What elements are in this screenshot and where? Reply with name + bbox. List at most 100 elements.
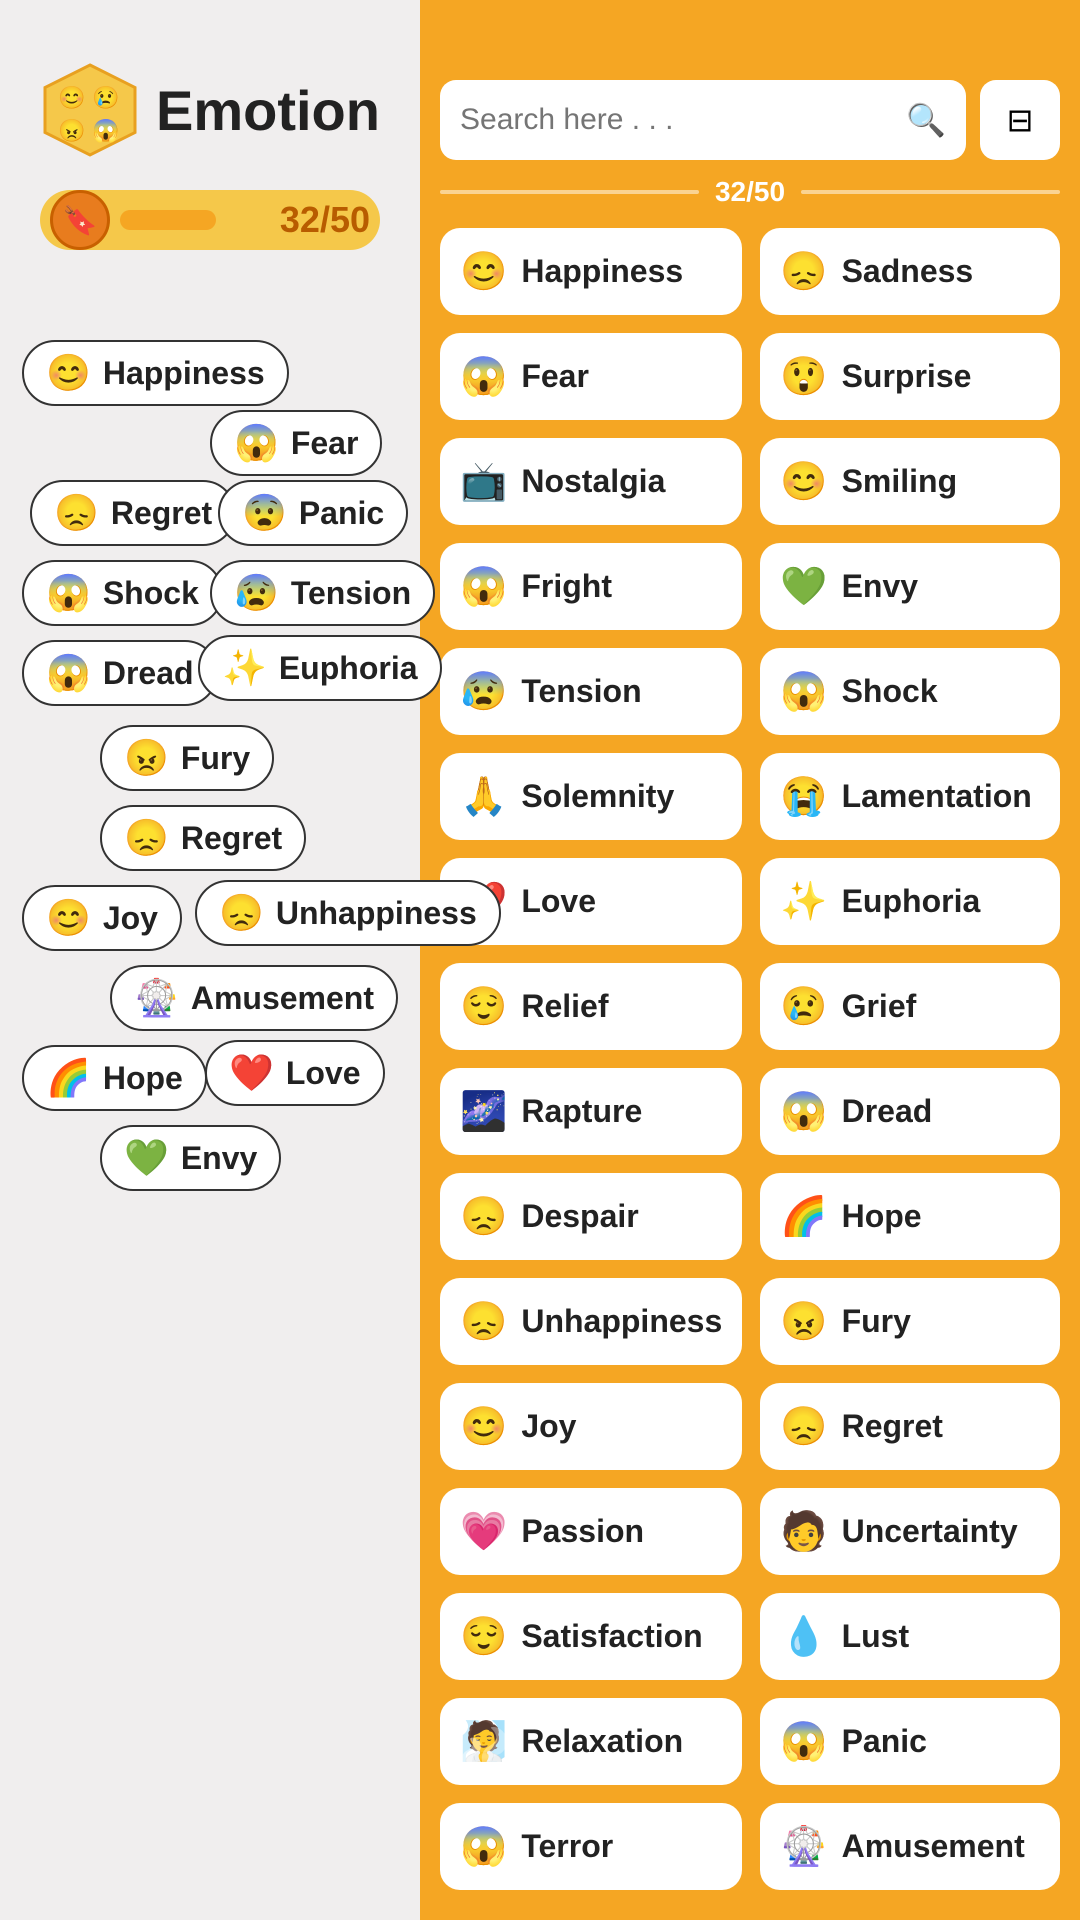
floating-chip-fear[interactable]: 😱Fear: [210, 410, 382, 476]
grid-chip-joy[interactable]: 😊Joy: [440, 1383, 742, 1470]
grid-chip-label: Envy: [842, 568, 918, 605]
progress-text: 32/50: [280, 199, 370, 241]
grid-chip-relief[interactable]: 😌Relief: [440, 963, 742, 1050]
grid-chip-emoji: 🙏: [460, 775, 507, 819]
grid-chip-emoji: 🌌: [460, 1090, 507, 1134]
chip-label: Amusement: [191, 980, 374, 1017]
grid-chip-emoji: 🎡: [780, 1825, 827, 1869]
grid-chip-label: Shock: [842, 673, 938, 710]
grid-chip-solemnity[interactable]: 🙏 Solemnity: [440, 753, 742, 840]
grid-chip-label: Solemnity: [521, 778, 674, 815]
grid-chip-label: Unhappiness: [521, 1303, 722, 1340]
grid-chip-smiling[interactable]: 😊Smiling: [760, 438, 1060, 525]
filter-button[interactable]: ⊟: [980, 80, 1060, 160]
progress-fill: [120, 210, 270, 230]
grid-chip-emoji: 😱: [780, 1720, 827, 1764]
floating-chip-fury[interactable]: 😠Fury: [100, 725, 274, 791]
floating-chip-envy[interactable]: 💚Envy: [100, 1125, 281, 1191]
floating-chip-tension[interactable]: 😰Tension: [210, 560, 435, 626]
grid-chip-label: Amusement: [842, 1828, 1025, 1865]
progress-bar: 🔖 32/50: [40, 190, 380, 250]
grid-chip-uncertainty[interactable]: 🧑Uncertainty: [760, 1488, 1060, 1575]
grid-chip-nostalgia[interactable]: 📺Nostalgia: [440, 438, 742, 525]
chip-emoji: 😠: [124, 737, 169, 779]
grid-chip-emoji: 😱: [780, 1090, 827, 1134]
floating-chip-happiness[interactable]: 😊Happiness: [22, 340, 289, 406]
grid-chip-panic[interactable]: 😱Panic: [760, 1698, 1060, 1785]
grid-chip-emoji: 😱: [460, 355, 507, 399]
grid-chip-shock[interactable]: 😱Shock: [760, 648, 1060, 735]
search-input-wrap[interactable]: 🔍: [440, 80, 966, 160]
floating-chip-joy[interactable]: 😊Joy: [22, 885, 182, 951]
grid-chip-tension[interactable]: 😰 Tension: [440, 648, 742, 735]
grid-chip-lamentation[interactable]: 😭Lamentation: [760, 753, 1060, 840]
floating-chip-euphoria[interactable]: ✨Euphoria: [198, 635, 442, 701]
grid-chip-label: Tension: [521, 673, 641, 710]
grid-chip-emoji: 😰: [460, 670, 507, 714]
chip-emoji: 😨: [242, 492, 287, 534]
search-input[interactable]: [460, 103, 906, 137]
floating-chip-love[interactable]: ❤️Love: [205, 1040, 385, 1106]
grid-chip-label: Love: [521, 883, 596, 920]
floating-chip-amusement[interactable]: 🎡Amusement: [110, 965, 398, 1031]
grid-chip-despair[interactable]: 😞Despair: [440, 1173, 742, 1260]
svg-text:😠: 😠: [58, 118, 85, 143]
grid-chip-grief[interactable]: 😢Grief: [760, 963, 1060, 1050]
chip-label: Joy: [103, 900, 158, 937]
chip-label: Regret: [111, 495, 212, 532]
grid-chip-fury[interactable]: 😠Fury: [760, 1278, 1060, 1365]
grid-chip-fright[interactable]: 😱Fright: [440, 543, 742, 630]
grid-chip-happiness[interactable]: 😊Happiness: [440, 228, 742, 315]
grid-chip-envy[interactable]: 💚Envy: [760, 543, 1060, 630]
chip-label: Euphoria: [279, 650, 418, 687]
grid-chip-rapture[interactable]: 🌌Rapture: [440, 1068, 742, 1155]
floating-chip-dread[interactable]: 😱Dread: [22, 640, 218, 706]
app-header: 😊 😢 😠 😱 Emotion: [0, 0, 420, 180]
chip-emoji: 🌈: [46, 1057, 91, 1099]
left-panel: 😊 😢 😠 😱 Emotion 🔖 32/50 😊Happiness😱Fear😞…: [0, 0, 420, 1920]
grid-chip-terror[interactable]: 😱Terror: [440, 1803, 742, 1890]
grid-chip-surprise[interactable]: 😲Surprise: [760, 333, 1060, 420]
floating-chip-shock[interactable]: 😱Shock: [22, 560, 223, 626]
grid-chip-label: Fright: [521, 568, 612, 605]
grid-chip-fear[interactable]: 😱Fear: [440, 333, 742, 420]
progress-line-left: [440, 190, 699, 194]
grid-chip-emoji: 😞: [460, 1300, 507, 1344]
grid-chip-emoji: 😊: [460, 1405, 507, 1449]
chip-label: Hope: [103, 1060, 183, 1097]
grid-chip-passion[interactable]: 💗Passion: [440, 1488, 742, 1575]
svg-text:😊: 😊: [58, 85, 85, 110]
progress-icon: 🔖: [50, 190, 110, 250]
grid-chip-emoji: 😊: [460, 250, 507, 294]
progress-line-right: [801, 190, 1060, 194]
grid-chip-sadness[interactable]: 😞Sadness: [760, 228, 1060, 315]
grid-chip-emoji: 😞: [780, 250, 827, 294]
floating-chip-regret[interactable]: 😞Regret: [30, 480, 236, 546]
grid-chip-hope[interactable]: 🌈Hope: [760, 1173, 1060, 1260]
grid-chip-satisfaction[interactable]: 😌Satisfaction: [440, 1593, 742, 1680]
floating-chip-regret[interactable]: 😞Regret: [100, 805, 306, 871]
floating-chip-unhappiness[interactable]: 😞Unhappiness: [195, 880, 501, 946]
grid-chip-label: Satisfaction: [521, 1618, 702, 1655]
floating-chip-hope[interactable]: 🌈 Hope: [22, 1045, 207, 1111]
chip-emoji: 😱: [46, 572, 91, 614]
grid-chip-emoji: 🌈: [780, 1195, 827, 1239]
grid-chip-amusement[interactable]: 🎡 Amusement: [760, 1803, 1060, 1890]
chip-emoji: ❤️: [229, 1052, 274, 1094]
grid-chip-label: Dread: [842, 1093, 933, 1130]
right-panel: 🔍 ⊟ 32/50 😊Happiness😞Sadness😱Fear😲Surpri…: [420, 0, 1080, 1920]
grid-chip-euphoria[interactable]: ✨Euphoria: [760, 858, 1060, 945]
grid-chip-emoji: 🧑: [780, 1510, 827, 1554]
grid-chip-regret[interactable]: 😞Regret: [760, 1383, 1060, 1470]
grid-chip-label: Euphoria: [842, 883, 981, 920]
grid-chip-relaxation[interactable]: 🧖Relaxation: [440, 1698, 742, 1785]
grid-chip-label: Despair: [521, 1198, 638, 1235]
search-icon: 🔍: [906, 101, 946, 139]
floating-chip-panic[interactable]: 😨Panic: [218, 480, 408, 546]
floating-chips-area: 😊Happiness😱Fear😞Regret😨Panic😱Shock😰Tensi…: [0, 280, 420, 1880]
grid-chip-unhappiness[interactable]: 😞 Unhappiness: [440, 1278, 742, 1365]
grid-chip-lust[interactable]: 💧Lust: [760, 1593, 1060, 1680]
grid-chip-label: Lamentation: [842, 778, 1032, 815]
grid-chip-dread[interactable]: 😱 Dread: [760, 1068, 1060, 1155]
grid-chip-label: Relief: [521, 988, 608, 1025]
